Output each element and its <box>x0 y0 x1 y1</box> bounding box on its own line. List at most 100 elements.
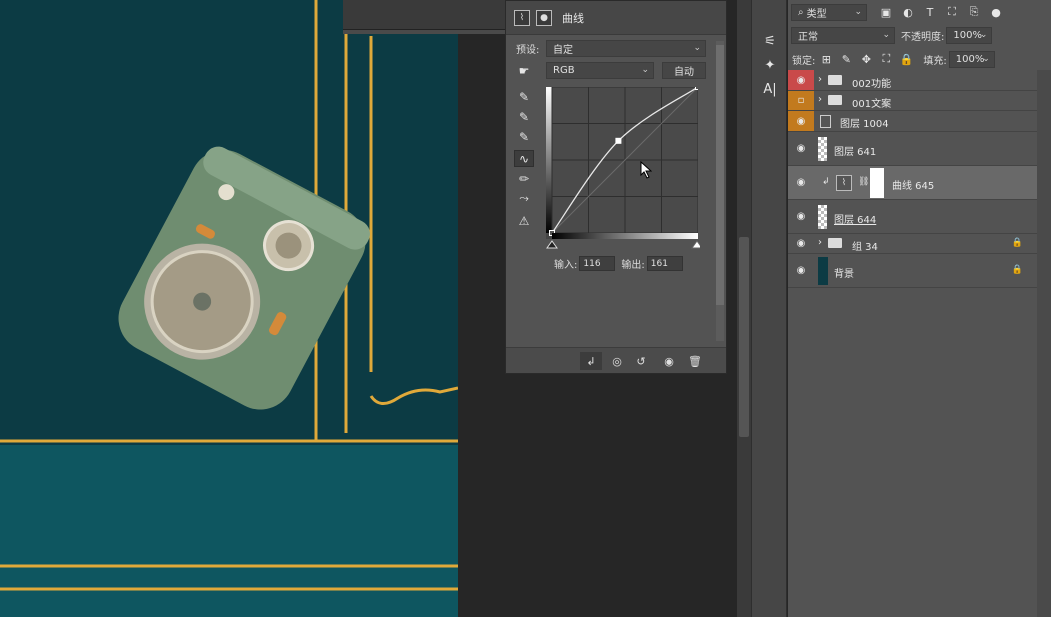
pencil-draw-icon[interactable]: ✏ <box>514 170 534 187</box>
group-expand-chevron-icon[interactable]: › <box>818 74 822 85</box>
layer-mask-thumbnail[interactable] <box>870 168 884 198</box>
curves-adjustment-icon[interactable]: ⌇ <box>514 9 530 26</box>
chevron-down-icon: ⌄ <box>693 43 701 53</box>
layer-row-644[interactable]: ◉ 图层 644 <box>788 200 1037 234</box>
layer-mask-icon[interactable]: ● <box>536 9 552 26</box>
blend-mode-dropdown[interactable]: 正常 ⌄ <box>791 26 895 44</box>
properties-title: 曲线 <box>562 11 584 25</box>
properties-footer: ↲ ◎ ↺ ◉ 🗑 <box>506 347 726 373</box>
adjust-sliders-icon[interactable]: ⚟ <box>761 32 779 50</box>
gray-eyedropper-icon[interactable]: ✎ <box>514 108 534 125</box>
layer-row-001[interactable]: ▫ › 001文案 <box>788 91 1037 111</box>
chevron-down-icon: ⌄ <box>979 29 988 40</box>
curve-control-point[interactable] <box>695 87 699 90</box>
smart-object-thumbnail <box>820 115 831 128</box>
on-image-adjust-icon[interactable]: ☛ <box>514 62 534 79</box>
layers-scrollbar[interactable] <box>1037 70 1051 617</box>
type-filter-icon[interactable]: T <box>923 5 937 19</box>
mouse-cursor-icon <box>640 161 652 179</box>
smooth-curve-icon[interactable]: ⤳ <box>514 190 534 207</box>
layer-name: 曲线 645 <box>892 181 935 192</box>
curve-graph[interactable] <box>546 87 698 239</box>
white-eyedropper-icon[interactable]: ✎ <box>514 128 534 145</box>
clip-to-layer-icon[interactable]: ↲ <box>580 352 602 370</box>
group-expand-chevron-icon[interactable]: › <box>818 237 822 248</box>
layer-row-curves-645[interactable]: ◉ ↲ ⌇ ⛓ 曲线 645 <box>788 166 1037 200</box>
curves-adjustment-icon: ⌇ <box>836 175 852 191</box>
layer-row-641[interactable]: ◉ 图层 641 <box>788 132 1037 166</box>
lock-artboard-icon[interactable]: ⛶ <box>879 52 893 66</box>
layer-row-1004[interactable]: ◉ 图层 1004 <box>788 111 1037 132</box>
view-previous-icon[interactable]: ◎ <box>606 352 628 370</box>
trash-icon[interactable]: 🗑 <box>684 352 706 370</box>
black-point-handle[interactable] <box>546 240 558 249</box>
hidden-visibility-icon[interactable]: ▫ <box>788 91 814 110</box>
input-label: 输入: <box>554 260 578 271</box>
visibility-eye-icon[interactable]: ◉ <box>658 352 680 370</box>
clipping-warning-icon[interactable]: ⚠ <box>514 212 534 229</box>
auto-button[interactable]: 自动 <box>662 62 706 79</box>
pixel-filter-icon[interactable]: ▣ <box>879 5 893 19</box>
layer-row-background[interactable]: ◉ 背景 🔒 <box>788 254 1037 288</box>
channel-dropdown[interactable]: RGB ⌄ <box>546 62 654 79</box>
properties-scrollbar[interactable] <box>716 41 724 341</box>
opacity-field[interactable]: 100% ⌄ <box>946 26 993 44</box>
canvas-scroll-thumb[interactable] <box>739 237 749 437</box>
properties-header: ⌇ ● 曲线 <box>506 1 726 35</box>
layer-name: 图层 644 <box>834 215 877 226</box>
preset-label: 预设: <box>516 45 540 56</box>
blend-row: 正常 ⌄ 不透明度: 100% ⌄ <box>788 26 1051 44</box>
layer-name: 图层 641 <box>834 147 877 158</box>
preset-dropdown[interactable]: 自定 ⌄ <box>546 40 706 57</box>
lock-position-icon[interactable]: ✥ <box>859 52 873 66</box>
character-panel-icon[interactable]: A| <box>761 80 779 98</box>
visibility-eye-icon[interactable]: ◉ <box>788 166 814 199</box>
folder-icon <box>828 95 842 105</box>
canvas-scrollbar[interactable] <box>737 0 751 617</box>
visibility-eye-icon[interactable]: ◉ <box>788 70 814 90</box>
visibility-eye-icon[interactable]: ◉ <box>788 254 814 287</box>
properties-panel: ⌇ ● 曲线 预设: 自定 ⌄ ☛ RGB ⌄ 自动 ✎ ✎ ✎ ∿ ✏ ⤳ ⚠ <box>505 0 727 374</box>
group-expand-chevron-icon[interactable]: › <box>818 94 822 105</box>
layer-name: 组 34 <box>852 242 878 253</box>
fill-field[interactable]: 100% ⌄ <box>948 50 995 68</box>
background-thumbnail <box>818 257 828 285</box>
input-value-field[interactable]: 116 <box>579 256 616 271</box>
fill-label: 填充: <box>923 55 947 67</box>
lock-all-icon[interactable]: 🔒 <box>899 52 914 66</box>
photoshop-window: ⌇ ● 曲线 预设: 自定 ⌄ ☛ RGB ⌄ 自动 ✎ ✎ ✎ ∿ ✏ ⤳ ⚠ <box>0 0 1051 617</box>
properties-scroll-thumb[interactable] <box>716 45 724 305</box>
opacity-value: 100% <box>953 29 982 41</box>
layer-thumbnail <box>818 137 827 161</box>
brush-settings-icon[interactable]: ✦ <box>761 56 779 74</box>
layer-name: 背景 <box>834 269 854 280</box>
reset-icon[interactable]: ↺ <box>630 352 652 370</box>
layer-thumbnail <box>818 205 827 229</box>
visibility-eye-icon[interactable]: ◉ <box>788 111 814 131</box>
white-point-handle[interactable] <box>691 240 700 249</box>
gold-wave <box>369 386 458 405</box>
folder-icon <box>828 238 842 248</box>
adjustment-filter-icon[interactable]: ◐ <box>901 5 915 19</box>
layer-row-002[interactable]: ◉ › 002功能 <box>788 70 1037 91</box>
filter-kind-dropdown[interactable]: ⌕ 类型 ⌄ <box>791 3 867 21</box>
lock-transparency-icon[interactable]: ⊞ <box>819 52 833 66</box>
visibility-eye-icon[interactable]: ◉ <box>788 200 814 233</box>
visibility-eye-icon[interactable]: ◉ <box>788 132 814 165</box>
smart-object-filter-icon[interactable]: ⎘ <box>967 5 981 19</box>
document-canvas[interactable] <box>0 0 458 617</box>
lock-pixels-icon[interactable]: ✎ <box>839 52 853 66</box>
output-value-field[interactable]: 161 <box>646 256 683 271</box>
filter-toggle-icon[interactable]: ● <box>989 5 1003 19</box>
black-eyedropper-icon[interactable]: ✎ <box>514 88 534 105</box>
shape-filter-icon[interactable]: ⛶ <box>945 5 959 19</box>
mask-link-icon[interactable]: ⛓ <box>858 177 869 187</box>
fill-value: 100% <box>955 53 985 65</box>
curve-edit-points-icon[interactable]: ∿ <box>514 150 534 167</box>
document-tab-edge <box>343 30 505 34</box>
visibility-eye-icon[interactable]: ◉ <box>788 234 814 253</box>
channel-row: RGB ⌄ 自动 <box>546 62 706 79</box>
layer-row-group-34[interactable]: ◉ › 组 34 🔒 <box>788 234 1037 254</box>
layers-panel: ⌕ 类型 ⌄ ▣ ◐ T ⛶ ⎘ ● 正常 ⌄ 不透明度: 100% ⌄ 锁定: <box>788 0 1051 617</box>
curve-control-point[interactable] <box>615 137 622 144</box>
